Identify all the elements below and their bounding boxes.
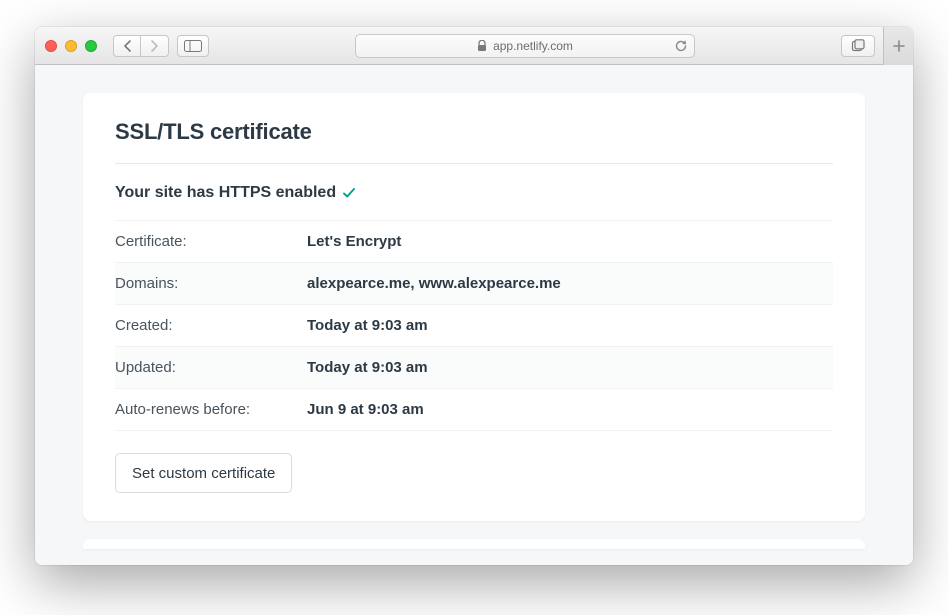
row-value: Today at 9:03 am (307, 359, 428, 376)
check-icon (342, 186, 356, 200)
nav-buttons (113, 35, 169, 57)
table-row: Created: Today at 9:03 am (115, 305, 833, 347)
page-content: SSL/TLS certificate Your site has HTTPS … (35, 65, 913, 565)
lock-icon (477, 40, 487, 52)
row-value: alexpearce.me, www.alexpearce.me (307, 275, 561, 292)
close-window-button[interactable] (45, 40, 57, 52)
row-value: Let's Encrypt (307, 233, 401, 250)
new-tab-button[interactable] (883, 27, 913, 65)
row-value: Today at 9:03 am (307, 317, 428, 334)
browser-window: app.netlify.com SSL/TLS certificate Your… (35, 27, 913, 565)
https-status: Your site has HTTPS enabled (115, 184, 833, 202)
certificate-details: Certificate: Let's Encrypt Domains: alex… (115, 220, 833, 431)
table-row: Domains: alexpearce.me, www.alexpearce.m… (115, 263, 833, 305)
back-button[interactable] (113, 35, 141, 57)
row-label: Auto-renews before: (115, 401, 307, 418)
divider (115, 163, 833, 164)
https-status-text: Your site has HTTPS enabled (115, 184, 336, 202)
set-custom-certificate-button[interactable]: Set custom certificate (115, 453, 292, 493)
ssl-card: SSL/TLS certificate Your site has HTTPS … (83, 93, 865, 521)
sidebar-toggle-button[interactable] (177, 35, 209, 57)
url-host: app.netlify.com (493, 39, 573, 53)
url-bar[interactable]: app.netlify.com (355, 34, 695, 58)
row-label: Certificate: (115, 233, 307, 250)
table-row: Updated: Today at 9:03 am (115, 347, 833, 389)
browser-titlebar: app.netlify.com (35, 27, 913, 65)
card-title: SSL/TLS certificate (115, 119, 833, 145)
row-label: Created: (115, 317, 307, 334)
table-row: Auto-renews before: Jun 9 at 9:03 am (115, 389, 833, 431)
row-value: Jun 9 at 9:03 am (307, 401, 424, 418)
minimize-window-button[interactable] (65, 40, 77, 52)
forward-button[interactable] (141, 35, 169, 57)
row-label: Updated: (115, 359, 307, 376)
table-row: Certificate: Let's Encrypt (115, 221, 833, 263)
reload-icon[interactable] (674, 39, 688, 53)
share-button[interactable] (841, 35, 875, 57)
button-label: Set custom certificate (132, 465, 275, 482)
zoom-window-button[interactable] (85, 40, 97, 52)
next-card-peek (83, 539, 865, 549)
row-label: Domains: (115, 275, 307, 292)
window-controls (45, 40, 97, 52)
